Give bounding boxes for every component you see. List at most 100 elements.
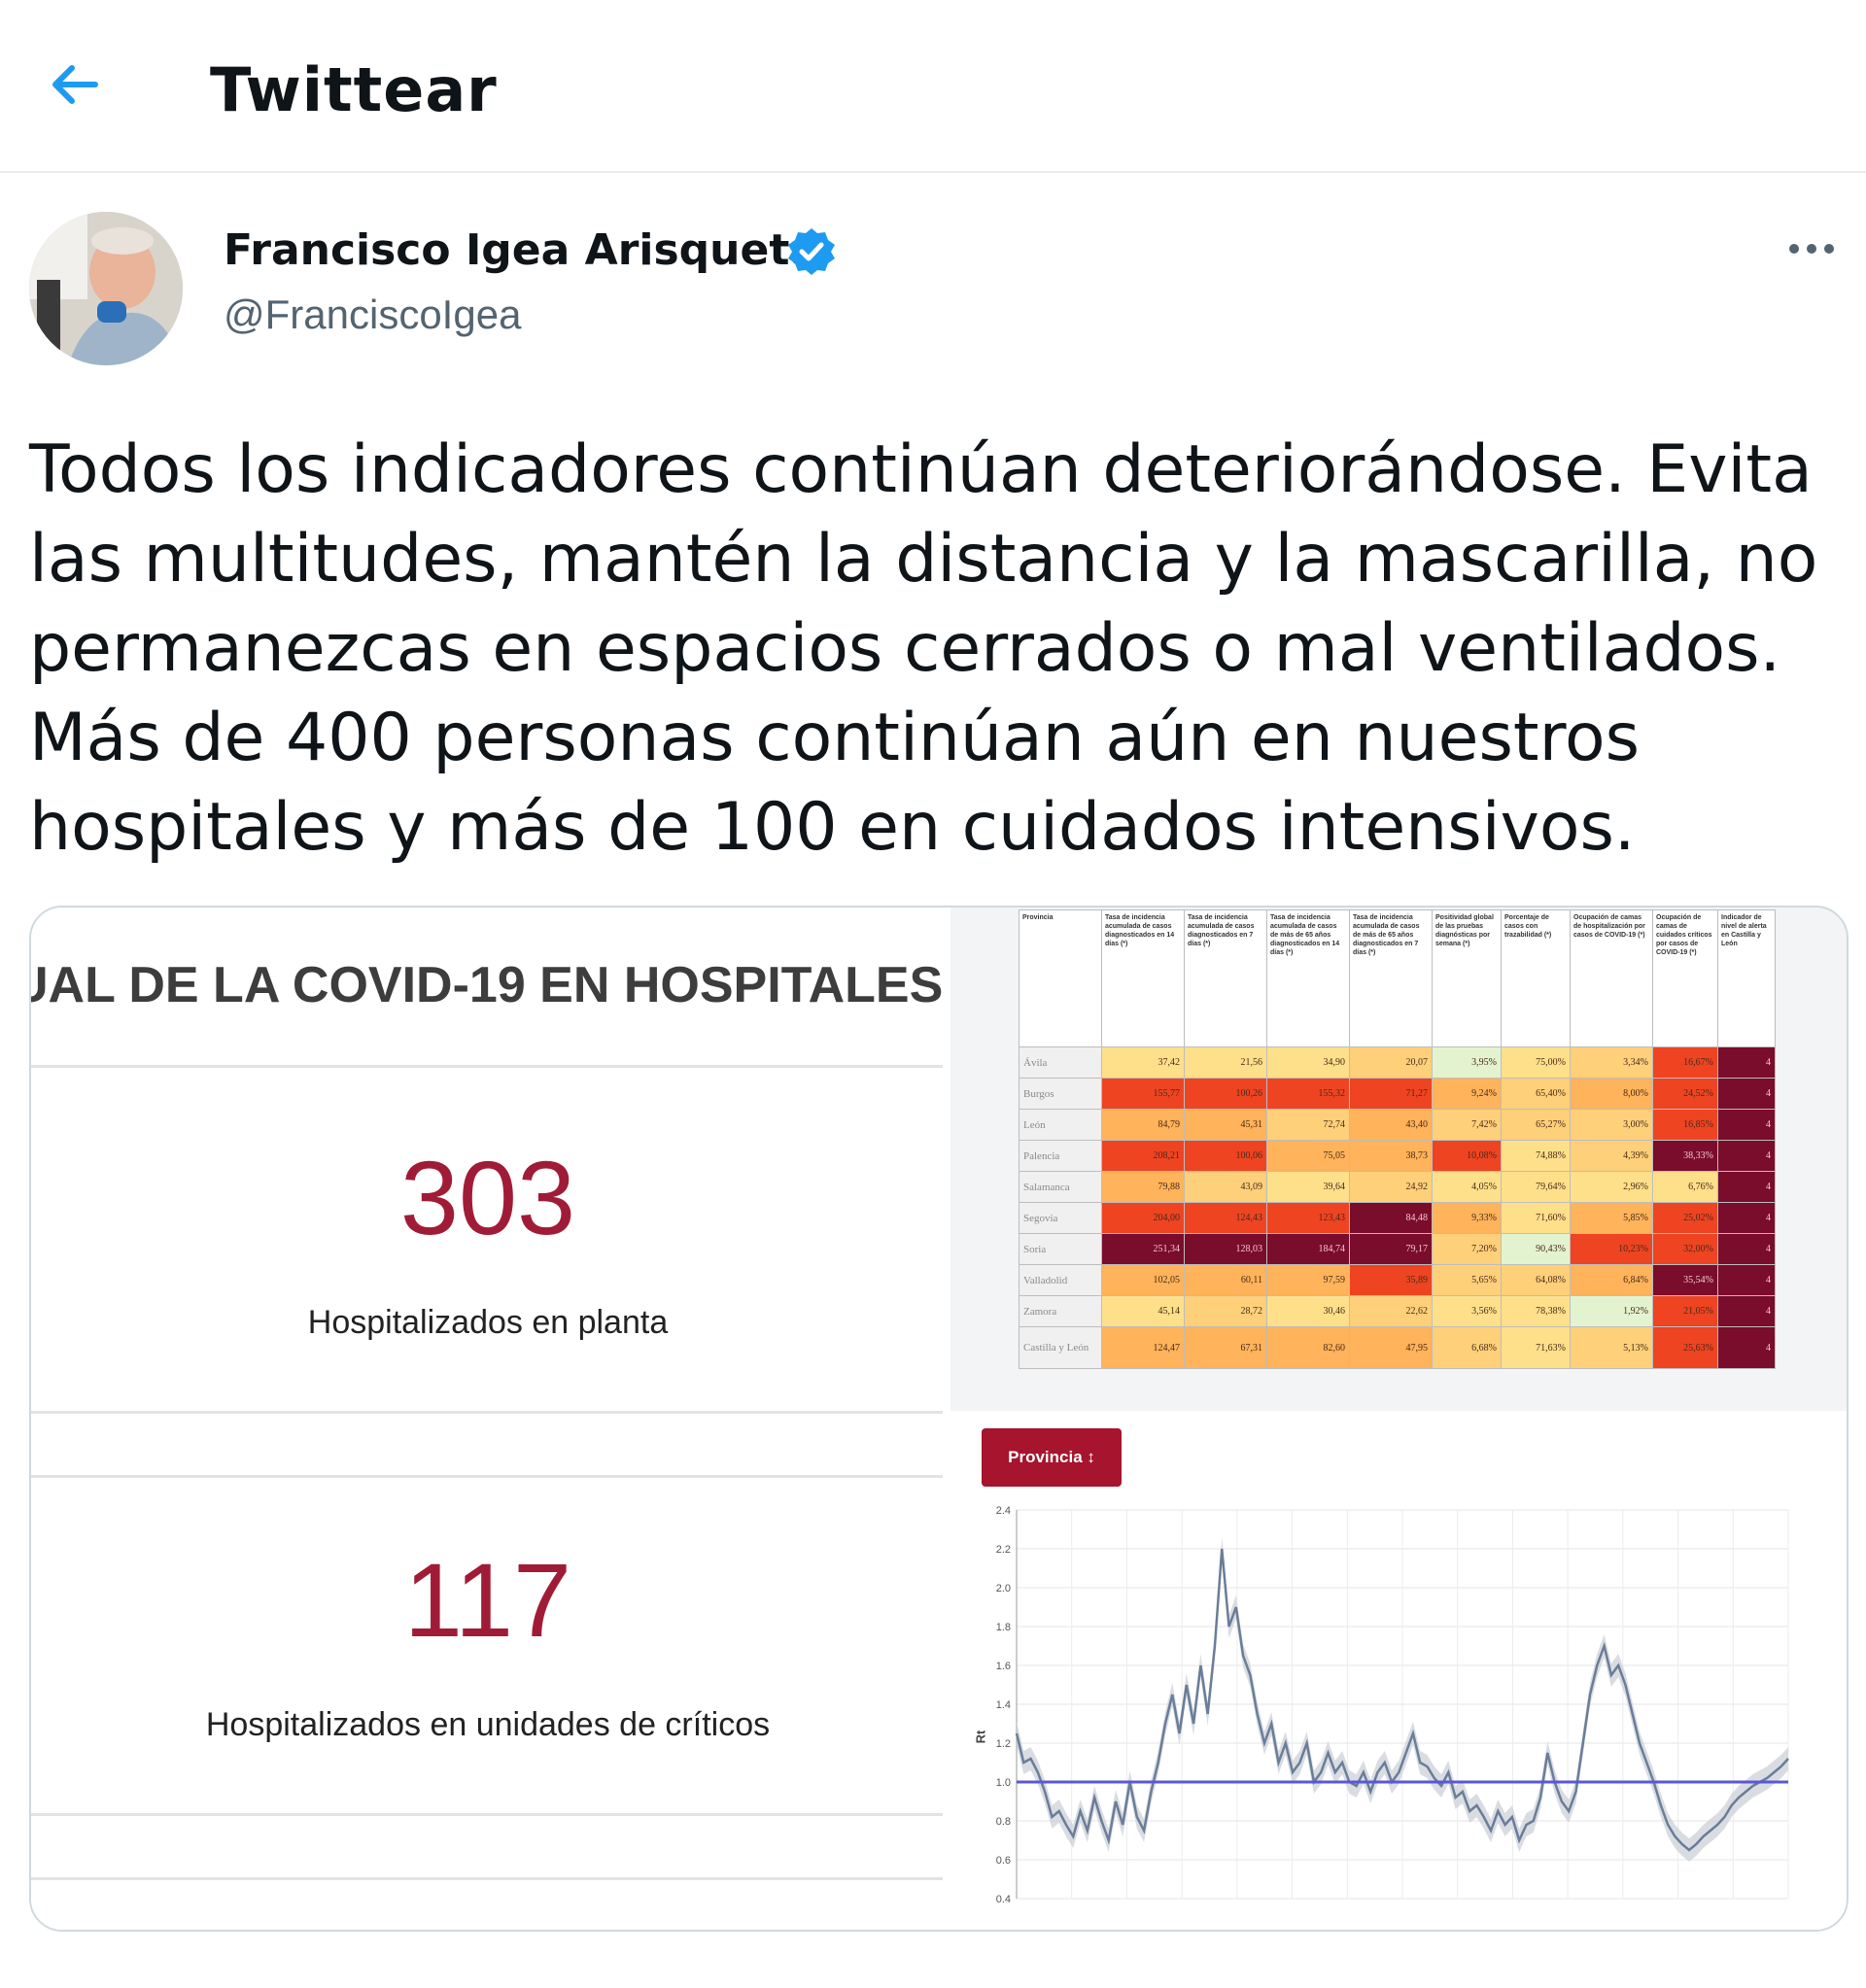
province-cell: Salamanca	[1019, 1171, 1102, 1203]
y-tick-label: 1.4	[996, 1699, 1011, 1711]
table-row: Zamora 45,14 28,72 30,46 22,62 3,56% 78,38% 1,9…	[1019, 1295, 1776, 1327]
table-header-cell: Porcentaje de casos con trazabilidad (*)	[1501, 909, 1571, 1047]
table-cell: 102,05	[1101, 1264, 1185, 1296]
y-tick-label: 2.0	[996, 1583, 1011, 1594]
table-header-row: Provincia Tasa de incidencia acumulada de…	[1019, 909, 1776, 1047]
table-cell: 10,23%	[1570, 1233, 1653, 1265]
province-cell: Palencia	[1019, 1140, 1102, 1172]
table-cell: 38,73	[1349, 1140, 1433, 1172]
province-cell: Burgos	[1019, 1078, 1102, 1110]
table-cell: 3,00%	[1570, 1109, 1653, 1141]
table-header-cell: Indicador de nivel de alerta en Castilla…	[1717, 909, 1776, 1047]
avatar[interactable]	[29, 212, 183, 365]
table-cell: 25,63%	[1652, 1326, 1718, 1369]
table-row: Salamanca 79,88 43,09 39,64 24,92 4,05% 79,64%…	[1019, 1171, 1776, 1203]
table-cell: 5,65%	[1432, 1264, 1502, 1296]
table-cell: 35,54%	[1652, 1264, 1718, 1296]
media-image-hospitals[interactable]: UAL DE LA COVID-19 EN HOSPITALES 303 Hos…	[31, 908, 943, 1930]
table-cell: 3,95%	[1432, 1046, 1502, 1079]
table-cell: 6,76%	[1652, 1171, 1718, 1203]
province-cell: Soria	[1019, 1233, 1102, 1265]
more-options-button[interactable]	[1782, 229, 1841, 268]
table-row: Valladolid 102,05 60,11 97,59 35,89 5,65% 64,0…	[1019, 1264, 1776, 1296]
table-cell: 21,56	[1184, 1046, 1267, 1079]
table-header-cell: Tasa de incidencia acumulada de casos de…	[1266, 909, 1350, 1047]
table-cell: 4,39%	[1570, 1140, 1653, 1172]
table-cell: 71,60%	[1501, 1202, 1571, 1234]
province-cell: Castilla y León	[1019, 1326, 1102, 1369]
table-cell: 7,20%	[1432, 1233, 1502, 1265]
table-cell: 10,08%	[1432, 1140, 1502, 1172]
table-cell: 35,89	[1349, 1264, 1433, 1296]
y-tick-label: 0.4	[996, 1894, 1011, 1905]
province-cell: Zamora	[1019, 1295, 1102, 1327]
icu-count: 117	[403, 1541, 572, 1659]
table-cell: 28,72	[1184, 1295, 1267, 1327]
table-cell: 4,05%	[1432, 1171, 1502, 1203]
divider	[31, 1411, 943, 1414]
table-cell: 9,33%	[1432, 1202, 1502, 1234]
divider	[31, 1877, 943, 1880]
table-cell: 30,46	[1266, 1295, 1350, 1327]
table-cell: 208,21	[1101, 1140, 1185, 1172]
table-cell: 4	[1717, 1171, 1776, 1203]
table-cell: 47,95	[1349, 1326, 1433, 1369]
ward-count: 303	[399, 1139, 576, 1256]
y-tick-label: 1.8	[996, 1622, 1011, 1633]
table-cell: 34,90	[1266, 1046, 1350, 1079]
table-cell: 3,34%	[1570, 1046, 1653, 1079]
province-cell: Ávila	[1019, 1046, 1102, 1079]
table-header-cell: Ocupación de camas de cuidados críticos …	[1652, 909, 1718, 1047]
author-name[interactable]: Francisco Igea Arisqueta	[224, 225, 818, 275]
table-cell: 45,14	[1101, 1295, 1185, 1327]
y-tick-label: 2.4	[996, 1505, 1011, 1517]
arrow-left-icon	[52, 65, 98, 104]
table-cell: 20,07	[1349, 1046, 1433, 1079]
table-cell: 4	[1717, 1046, 1776, 1079]
table-cell: 7,42%	[1432, 1109, 1502, 1141]
divider	[31, 1065, 943, 1068]
author-handle[interactable]: @FranciscoIgea	[224, 291, 521, 338]
hospitals-title: UAL DE LA COVID-19 EN HOSPITALES	[31, 957, 943, 1013]
table-cell: 5,85%	[1570, 1202, 1653, 1234]
table-cell: 79,64%	[1501, 1171, 1571, 1203]
table-cell: 100,26	[1184, 1078, 1267, 1110]
table-row: Castilla y León 124,47 67,31 82,60 47,95 6,68…	[1019, 1326, 1776, 1369]
media-image-rt-chart[interactable]: Provincia ↕ Rt 0.4 0.6 0.8 1.0 1.2 1.4 1.6 1.8 2…	[950, 1419, 1847, 1930]
table-cell: 78,38%	[1501, 1295, 1571, 1327]
table-cell: 204,00	[1101, 1202, 1185, 1234]
table-cell: 74,88%	[1501, 1140, 1571, 1172]
table-cell: 90,43%	[1501, 1233, 1571, 1265]
table-cell: 39,64	[1266, 1171, 1350, 1203]
table-cell: 72,74	[1266, 1109, 1350, 1141]
table-cell: 79,17	[1349, 1233, 1433, 1265]
table-header-cell: Tasa de incidencia acumulada de casos de…	[1349, 909, 1433, 1047]
table-cell: 4	[1717, 1202, 1776, 1234]
back-button[interactable]	[43, 51, 111, 119]
table-cell: 123,43	[1266, 1202, 1350, 1234]
table-cell: 4	[1717, 1078, 1776, 1110]
top-bar: Twittear	[0, 0, 1866, 173]
table-cell: 22,62	[1349, 1295, 1433, 1327]
table-cell: 43,09	[1184, 1171, 1267, 1203]
table-cell: 60,11	[1184, 1264, 1267, 1296]
table-cell: 43,40	[1349, 1109, 1433, 1141]
table-header-cell: Tasa de incidencia acumulada de casos di…	[1184, 909, 1267, 1047]
media-image-indicators-table[interactable]: Provincia Tasa de incidencia acumulada de…	[950, 908, 1847, 1411]
table-cell: 82,60	[1266, 1326, 1350, 1369]
y-tick-label: 2.2	[996, 1544, 1011, 1556]
y-tick-label: 0.6	[996, 1855, 1011, 1867]
table-cell: 184,74	[1266, 1233, 1350, 1265]
table-cell: 25,02%	[1652, 1202, 1718, 1234]
table-cell: 84,48	[1349, 1202, 1433, 1234]
table-header-cell: Tasa de incidencia acumulada de casos di…	[1101, 909, 1185, 1047]
table-cell: 4	[1717, 1295, 1776, 1327]
table-cell: 75,05	[1266, 1140, 1350, 1172]
table-cell: 9,24%	[1432, 1078, 1502, 1110]
tweet-media: UAL DE LA COVID-19 EN HOSPITALES 303 Hos…	[29, 906, 1849, 1932]
y-tick-label: 0.8	[996, 1816, 1011, 1828]
table-cell: 8,00%	[1570, 1078, 1653, 1110]
table-cell: 6,84%	[1570, 1264, 1653, 1296]
table-row: Palencia 208,21 100,06 75,05 38,73 10,08% 74,8…	[1019, 1140, 1776, 1172]
verified-badge-icon	[788, 228, 835, 275]
